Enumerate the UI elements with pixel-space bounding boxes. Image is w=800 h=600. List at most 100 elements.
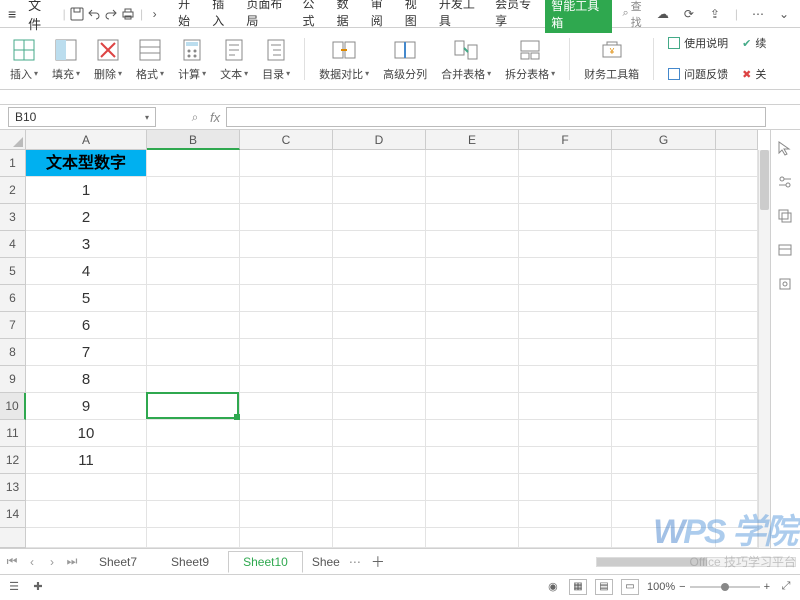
print-icon[interactable] bbox=[121, 6, 136, 22]
cell[interactable] bbox=[612, 258, 716, 285]
cell[interactable] bbox=[716, 501, 758, 528]
cell-A6[interactable]: 5 bbox=[26, 285, 147, 312]
cell[interactable] bbox=[426, 420, 519, 447]
cell[interactable] bbox=[426, 177, 519, 204]
cell[interactable] bbox=[240, 366, 333, 393]
chevron-right-icon[interactable]: › bbox=[147, 6, 162, 22]
cell[interactable] bbox=[716, 420, 758, 447]
cell[interactable] bbox=[716, 528, 758, 548]
cell-A3[interactable]: 2 bbox=[26, 204, 147, 231]
cell-B10[interactable] bbox=[147, 393, 240, 420]
add-sheet-button[interactable]: ＋ bbox=[365, 552, 391, 572]
tab-review[interactable]: 审阅 bbox=[365, 0, 399, 33]
cell[interactable] bbox=[333, 339, 426, 366]
cell[interactable] bbox=[519, 393, 612, 420]
cell[interactable] bbox=[333, 204, 426, 231]
cell[interactable] bbox=[716, 339, 758, 366]
cell[interactable] bbox=[240, 258, 333, 285]
cell[interactable] bbox=[716, 258, 758, 285]
row-header-12[interactable]: 12 bbox=[0, 447, 26, 474]
cell-A5[interactable]: 4 bbox=[26, 258, 147, 285]
cell[interactable] bbox=[612, 528, 716, 548]
cell[interactable] bbox=[333, 312, 426, 339]
share-icon[interactable]: ⇪ bbox=[707, 6, 723, 22]
col-header-A[interactable]: A bbox=[26, 130, 147, 150]
cell[interactable] bbox=[612, 339, 716, 366]
cursor-icon[interactable] bbox=[777, 140, 795, 158]
col-header-C[interactable]: C bbox=[240, 130, 333, 150]
cell[interactable] bbox=[426, 528, 519, 548]
ribbon-compare[interactable]: 数据对比▾ bbox=[315, 36, 373, 82]
row-header-8[interactable]: 8 bbox=[0, 339, 26, 366]
row-header-14[interactable]: 14 bbox=[0, 501, 26, 528]
cell[interactable] bbox=[519, 501, 612, 528]
sheet-tab-active[interactable]: Sheet10 bbox=[228, 551, 303, 573]
row-header-15[interactable] bbox=[0, 528, 26, 548]
row-header-13[interactable]: 13 bbox=[0, 474, 26, 501]
cell[interactable] bbox=[240, 231, 333, 258]
zoom-in[interactable]: + bbox=[764, 581, 770, 593]
cell[interactable] bbox=[426, 339, 519, 366]
cell[interactable] bbox=[240, 501, 333, 528]
col-header-E[interactable]: E bbox=[426, 130, 519, 150]
cell[interactable] bbox=[240, 474, 333, 501]
cell[interactable] bbox=[333, 501, 426, 528]
sheet-tabs-more[interactable]: ⋯ bbox=[349, 555, 361, 569]
cell[interactable] bbox=[147, 231, 240, 258]
cell[interactable] bbox=[240, 528, 333, 548]
zoom-slider-thumb[interactable] bbox=[721, 583, 729, 591]
feedback-link[interactable]: 问题反馈 bbox=[668, 61, 728, 88]
cell-A10[interactable]: 9 bbox=[26, 393, 147, 420]
chevron-down-icon[interactable]: ▾ bbox=[145, 113, 149, 122]
cell[interactable] bbox=[147, 474, 240, 501]
col-header-G[interactable]: G bbox=[612, 130, 716, 150]
cell[interactable] bbox=[519, 366, 612, 393]
cell[interactable] bbox=[716, 204, 758, 231]
vertical-scrollbar[interactable] bbox=[758, 150, 770, 548]
sheet-nav-last[interactable]: ⏭ bbox=[64, 554, 80, 569]
close-link[interactable]: ✖关 bbox=[742, 61, 766, 88]
search-box[interactable]: ⌕ 查找 bbox=[622, 0, 650, 30]
cell[interactable] bbox=[612, 393, 716, 420]
row-header-6[interactable]: 6 bbox=[0, 285, 26, 312]
cell-D1[interactable] bbox=[333, 150, 426, 177]
cell[interactable] bbox=[612, 420, 716, 447]
ribbon-toc[interactable]: 目录▾ bbox=[258, 36, 294, 82]
cell-A4[interactable]: 3 bbox=[26, 231, 147, 258]
cell[interactable] bbox=[240, 204, 333, 231]
cell[interactable] bbox=[240, 447, 333, 474]
cell[interactable] bbox=[333, 528, 426, 548]
ribbon-finance[interactable]: ¥ 财务工具箱 bbox=[580, 36, 643, 82]
tab-dev[interactable]: 开发工具 bbox=[433, 0, 489, 33]
cell[interactable] bbox=[333, 231, 426, 258]
cell[interactable] bbox=[147, 339, 240, 366]
list-icon[interactable]: ☰ bbox=[6, 579, 22, 595]
cell[interactable] bbox=[612, 204, 716, 231]
cell[interactable] bbox=[333, 285, 426, 312]
cell-A1[interactable]: 文本型数字 bbox=[26, 150, 147, 177]
cell[interactable] bbox=[147, 501, 240, 528]
sheet-tab[interactable]: Sheet7 bbox=[84, 551, 152, 573]
save-icon[interactable] bbox=[70, 6, 85, 22]
cell[interactable] bbox=[519, 204, 612, 231]
cell[interactable] bbox=[240, 285, 333, 312]
cell[interactable] bbox=[147, 204, 240, 231]
cell[interactable] bbox=[519, 177, 612, 204]
select-all-corner[interactable] bbox=[0, 130, 26, 150]
cell[interactable] bbox=[519, 258, 612, 285]
file-menu[interactable]: 文件 bbox=[22, 0, 58, 33]
cell[interactable] bbox=[240, 420, 333, 447]
cell[interactable] bbox=[612, 474, 716, 501]
help-link[interactable]: 使用说明 bbox=[668, 30, 728, 57]
cell[interactable] bbox=[612, 177, 716, 204]
zoom-out[interactable]: − bbox=[679, 581, 685, 593]
cell[interactable] bbox=[147, 366, 240, 393]
hamburger-icon[interactable]: ≡ bbox=[4, 6, 20, 22]
scrollbar-thumb[interactable] bbox=[597, 558, 707, 566]
cell[interactable] bbox=[716, 474, 758, 501]
more-icon[interactable]: ⋯ bbox=[750, 6, 766, 22]
cell[interactable] bbox=[519, 474, 612, 501]
cell[interactable] bbox=[426, 393, 519, 420]
dropdown-icon[interactable]: ⌄ bbox=[776, 6, 792, 22]
backup-icon[interactable] bbox=[777, 276, 795, 294]
